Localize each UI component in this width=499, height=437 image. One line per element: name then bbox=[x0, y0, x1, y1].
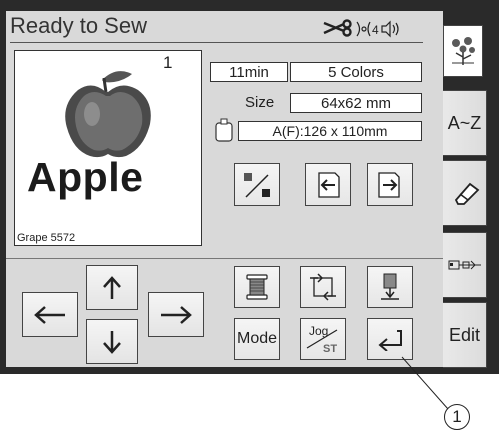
callout-leader bbox=[401, 356, 449, 410]
callout-number: 1 bbox=[444, 404, 470, 430]
